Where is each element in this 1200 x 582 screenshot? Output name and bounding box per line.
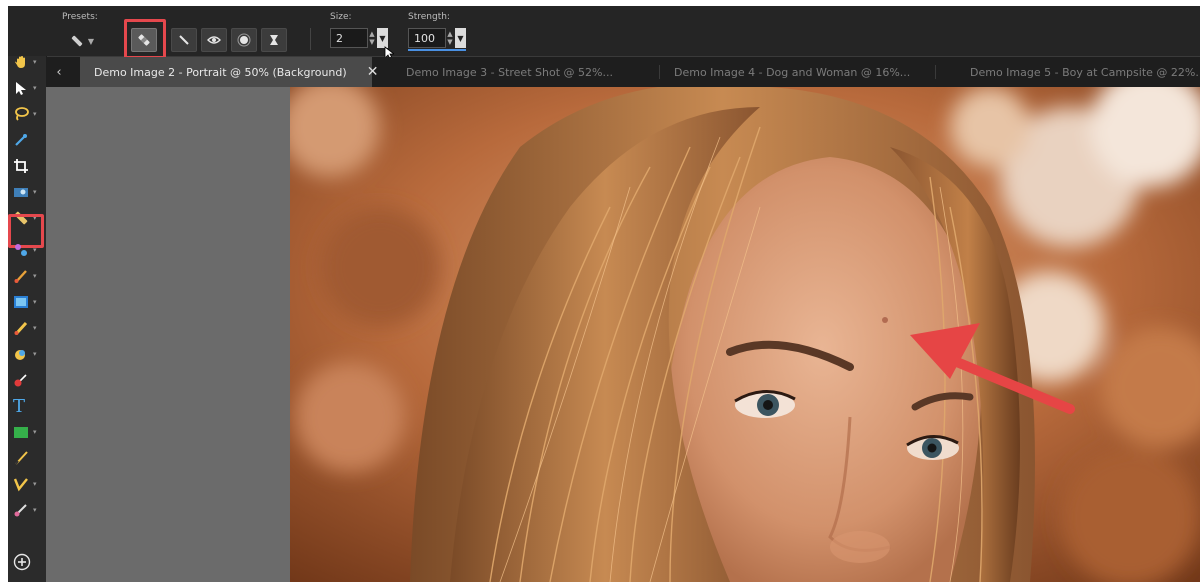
size-stepper[interactable]: ▲ ▼ <box>367 28 377 48</box>
eraser-tool[interactable]: ▾ <box>10 316 44 340</box>
chevron-left-icon: ‹ <box>56 64 62 80</box>
tab-scroll-left-button[interactable]: ‹ <box>46 57 72 87</box>
draw-tool[interactable]: ▾ <box>10 472 44 496</box>
lasso-tool[interactable]: ▾ <box>10 102 44 126</box>
rectangle-shape-icon <box>14 427 28 438</box>
pan-tool[interactable]: ▾ <box>10 50 44 74</box>
scratch-remover-icon <box>179 35 189 45</box>
left-edge <box>0 0 8 582</box>
add-tool-button[interactable] <box>10 550 44 574</box>
tab-demo-image-5[interactable]: Demo Image 5 - Boy at Campsite @ 22%... <box>956 57 1200 87</box>
size-label: Size: <box>330 12 352 22</box>
size-dropdown-button[interactable]: ▼ <box>377 28 388 48</box>
strength-focus-underline <box>408 49 466 51</box>
tab-label: Demo Image 5 - Boy at Campsite @ 22%... <box>970 65 1200 79</box>
paint-brush-tool[interactable]: ▾ <box>10 264 44 288</box>
tab-label: Demo Image 3 - Street Shot @ 52%... <box>406 65 613 79</box>
pick-icon <box>16 82 26 95</box>
retouch-tool[interactable]: ▾ <box>10 342 44 366</box>
document-tab-bar: ‹ Demo Image 2 - Portrait @ 50% (Backgro… <box>46 57 1200 87</box>
tab-divider <box>935 65 936 79</box>
color-replace-tool[interactable]: ▾ <box>10 498 44 522</box>
pen-tool[interactable] <box>10 446 44 470</box>
presets-dropdown[interactable]: ▼ <box>64 30 100 52</box>
retouch-icon <box>15 350 25 360</box>
clone-tool[interactable]: ▾ <box>10 238 44 262</box>
thinify-button[interactable] <box>261 28 287 52</box>
lasso-icon <box>15 107 29 121</box>
draw-icon <box>13 478 28 492</box>
size-input[interactable]: 2 <box>330 28 368 48</box>
add-icon <box>13 553 31 571</box>
crop-tool[interactable] <box>10 154 44 178</box>
strength-label: Strength: <box>408 12 450 22</box>
color-replace-icon <box>14 504 27 517</box>
paint-brush-icon <box>14 270 27 283</box>
portrait-photo <box>290 87 1200 582</box>
strength-dropdown-button[interactable]: ▼ <box>455 28 466 48</box>
straighten-icon <box>14 188 28 197</box>
tab-label: Demo Image 4 - Dog and Woman @ 16%... <box>674 65 911 79</box>
scratch-remover-button[interactable] <box>171 28 197 52</box>
dropper-tool[interactable] <box>10 128 44 152</box>
tab-demo-image-2[interactable]: Demo Image 2 - Portrait @ 50% (Backgroun… <box>80 57 378 87</box>
tool-options-bar: Presets: ▼ Size: 2 ▲ ▼ ▼ Strength: 100 ▲… <box>8 6 1200 60</box>
pan-icon <box>15 56 25 68</box>
dropper-icon <box>15 134 27 146</box>
blemish-remover-highlight <box>124 19 166 59</box>
text-icon: T <box>13 395 26 417</box>
straighten-tool[interactable]: ▾ <box>10 180 44 204</box>
presets-label: Presets: <box>62 12 98 22</box>
clone-icon <box>15 244 27 256</box>
chevron-down-icon: ▼ <box>87 36 95 46</box>
red-eye-icon <box>207 36 221 44</box>
strength-input[interactable]: 100 <box>408 28 446 48</box>
pick-tool[interactable]: ▾ <box>10 76 44 100</box>
image-canvas[interactable] <box>290 87 1200 582</box>
crop-icon <box>14 159 28 173</box>
tab-demo-image-3[interactable]: Demo Image 3 - Street Shot @ 52%... <box>392 57 652 87</box>
strength-stepper[interactable]: ▲ ▼ <box>445 28 455 48</box>
thinify-icon <box>270 35 278 45</box>
tools-toolbar: ▾ ▾ ▾ ▾ ▾ ▾ ▾ ▾ ▾ ▾ T ▾ ▾ ▾ <box>8 56 47 582</box>
rectangle-shape-tool[interactable]: ▾ <box>10 420 44 444</box>
tab-demo-image-4[interactable]: Demo Image 4 - Dog and Woman @ 16%... <box>660 57 934 87</box>
preset-icon <box>71 35 83 47</box>
tab-label: Demo Image 2 - Portrait @ 50% (Backgroun… <box>94 65 347 79</box>
skin-smoothing-icon <box>237 33 251 47</box>
skin-smoothing-button[interactable] <box>231 28 257 52</box>
text-tool[interactable]: T <box>10 394 44 418</box>
red-eye-button[interactable] <box>201 28 227 52</box>
close-icon[interactable]: ✕ <box>367 64 379 80</box>
red-eye-brush-tool[interactable] <box>10 368 44 392</box>
separator <box>310 28 311 50</box>
workspace-background <box>46 87 290 582</box>
fill-icon <box>14 296 28 308</box>
eraser-icon <box>14 321 28 336</box>
photo-editor-window: Presets: ▼ Size: 2 ▲ ▼ ▼ Strength: 100 ▲… <box>0 0 1200 582</box>
pen-icon <box>15 451 28 465</box>
fill-tool[interactable]: ▾ <box>10 290 44 314</box>
red-eye-brush-icon <box>14 374 27 387</box>
